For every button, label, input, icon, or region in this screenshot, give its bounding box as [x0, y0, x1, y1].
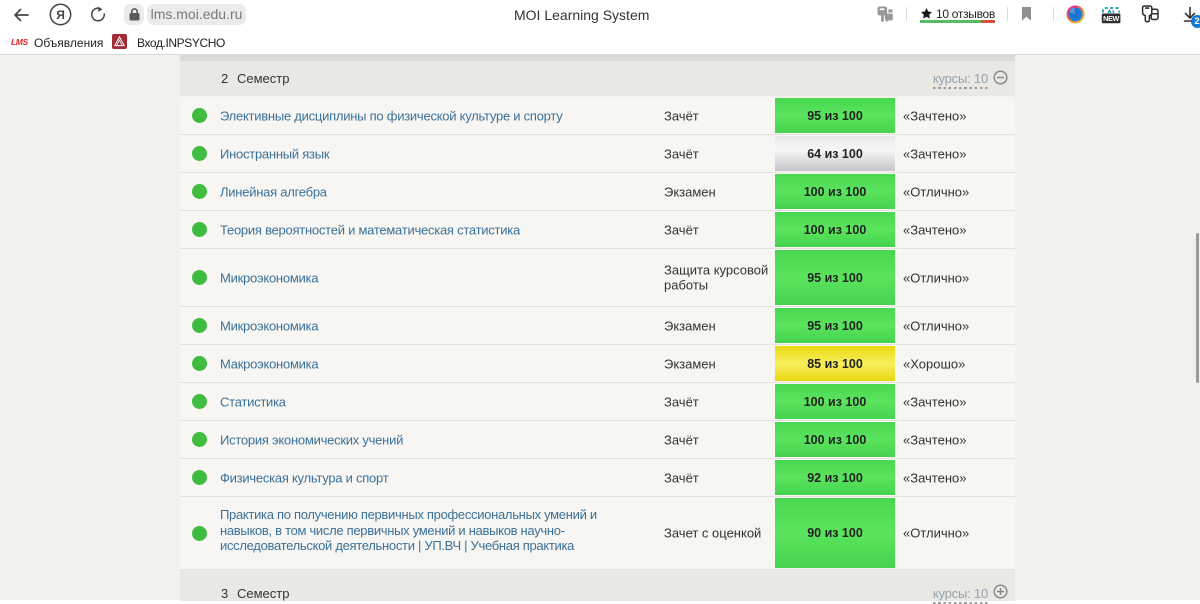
svg-text:NEW: NEW: [1103, 14, 1119, 23]
svg-text:Я: Я: [56, 8, 65, 22]
